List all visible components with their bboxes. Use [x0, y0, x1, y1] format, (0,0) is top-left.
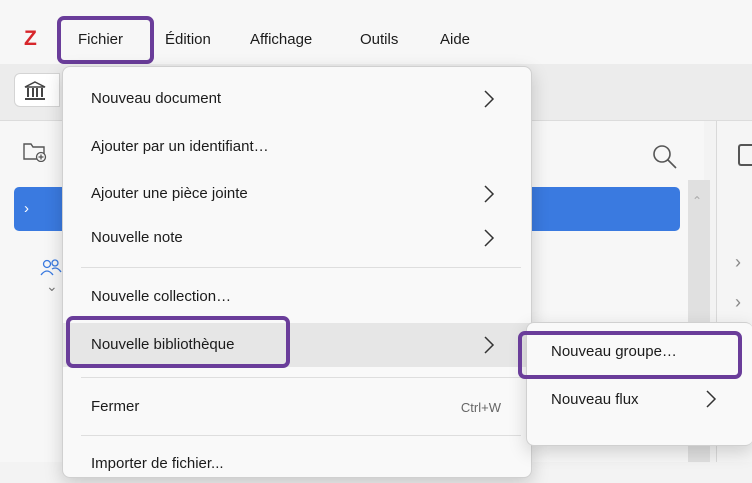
row-chevron-icon[interactable]: ›	[735, 252, 741, 273]
menu-item-label: Nouveau document	[91, 90, 222, 107]
menu-item-label: Ajouter une pièce jointe	[91, 185, 248, 202]
menu-edition[interactable]: Édition	[165, 31, 211, 48]
menu-separator	[81, 377, 521, 378]
menu-separator	[81, 435, 521, 436]
menu-item-add-by-identifier[interactable]: Ajouter par un identifiant…	[63, 128, 531, 166]
menu-item-label: Nouvelle note	[91, 229, 183, 246]
chevron-right-icon	[484, 90, 495, 108]
collapse-chevron-icon[interactable]: ⌄	[46, 278, 58, 295]
menu-separator	[81, 267, 521, 268]
library-icon	[24, 81, 46, 100]
chevron-right-icon	[484, 229, 495, 247]
chevron-right-icon	[706, 390, 717, 408]
shortcut-label: Ctrl+W	[460, 400, 501, 415]
row-chevron-icon[interactable]: ›	[735, 292, 741, 313]
menu-item-label: Fermer	[91, 398, 140, 415]
menu-item-label: Ajouter par un identifiant…	[91, 138, 269, 155]
scroll-up-icon[interactable]: ⌃	[692, 194, 702, 208]
menu-item-label: Importer de fichier...	[91, 455, 224, 472]
search-icon[interactable]	[652, 144, 678, 175]
file-menu: Nouveau document Ajouter par un identifi…	[62, 66, 532, 478]
menu-item-new-note[interactable]: Nouvelle note	[63, 219, 531, 257]
menu-item-add-attachment[interactable]: Ajouter une pièce jointe	[63, 175, 531, 213]
new-collection-icon[interactable]	[22, 140, 48, 167]
menu-item-new-collection[interactable]: Nouvelle collection…	[63, 278, 531, 316]
new-group-highlight	[518, 331, 742, 379]
new-item-icon[interactable]	[738, 144, 752, 166]
menu-item-import-file[interactable]: Importer de fichier...	[63, 445, 531, 483]
zotero-logo: Z	[24, 27, 37, 50]
menu-item-label: Nouvelle collection…	[91, 288, 232, 305]
expand-chevron-icon[interactable]: ›	[24, 200, 29, 217]
library-tab[interactable]	[14, 73, 60, 107]
chevron-right-icon	[484, 185, 495, 203]
menu-affichage[interactable]: Affichage	[250, 31, 312, 48]
menu-item-new-document[interactable]: Nouveau document	[63, 80, 531, 118]
menu-item-close[interactable]: Fermer Ctrl+W	[63, 388, 531, 426]
menu-fichier[interactable]: Fichier	[78, 31, 123, 48]
menu-item-new-feed[interactable]: Nouveau flux	[551, 391, 639, 408]
menu-aide[interactable]: Aide	[440, 31, 470, 48]
chevron-right-icon	[484, 336, 495, 354]
menu-outils[interactable]: Outils	[360, 31, 398, 48]
new-library-highlight	[66, 316, 290, 368]
